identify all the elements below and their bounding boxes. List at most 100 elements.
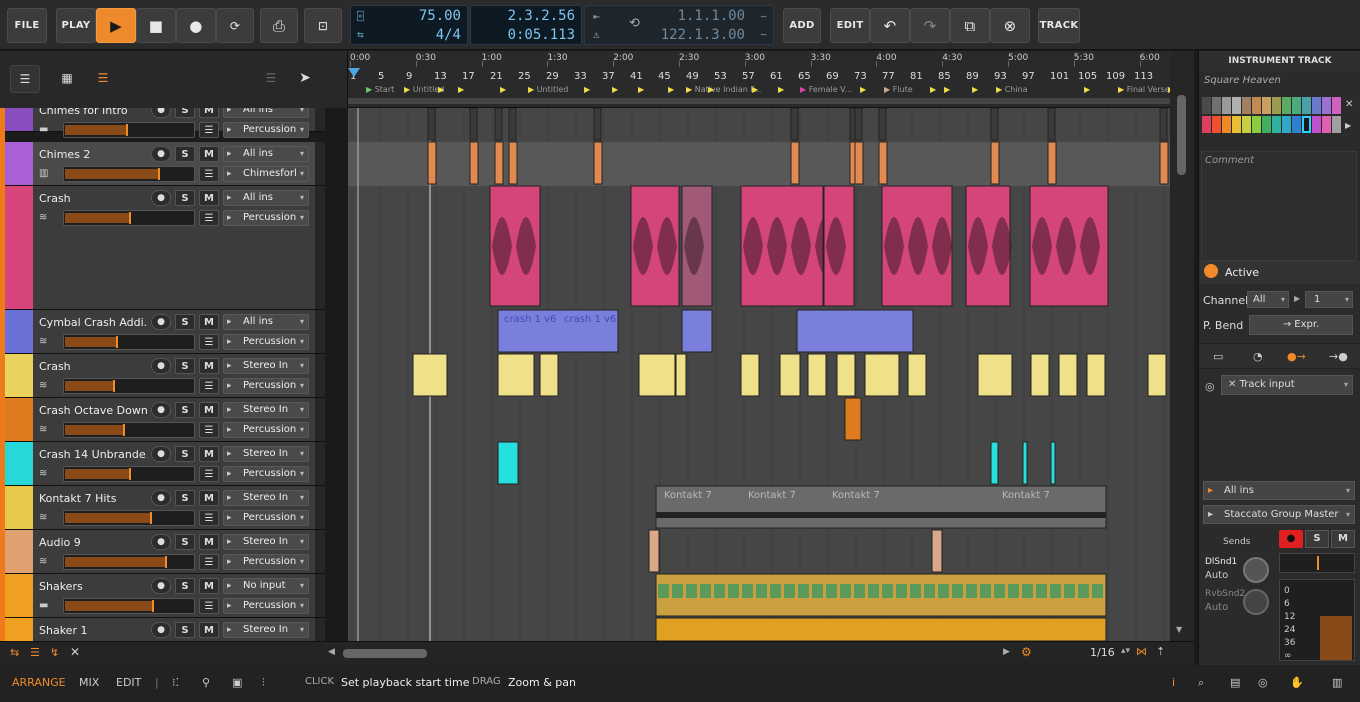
device-panel-icon[interactable]: ▣ bbox=[232, 676, 242, 689]
cue-marker-flag[interactable]: ▶ bbox=[972, 85, 978, 94]
cue-marker-flag[interactable]: ▶ bbox=[944, 85, 950, 94]
record-arm-toggle[interactable]: ● bbox=[151, 146, 171, 162]
color-swatch[interactable] bbox=[1282, 116, 1291, 133]
record-arm-toggle[interactable]: ● bbox=[151, 490, 171, 506]
volume-fader[interactable] bbox=[63, 422, 195, 438]
shaker-pattern[interactable] bbox=[1008, 584, 1019, 598]
tempo-value[interactable]: 75.00 bbox=[419, 8, 461, 24]
mute-button[interactable]: M bbox=[199, 534, 219, 550]
chimes2-clip[interactable] bbox=[593, 141, 603, 185]
pointer-tool-button[interactable]: ➤ bbox=[290, 65, 320, 93]
record-arm-toggle[interactable]: ● bbox=[151, 578, 171, 594]
chimes-intro-clip[interactable] bbox=[427, 108, 436, 141]
cue-marker-flag[interactable]: ▶ bbox=[778, 85, 784, 94]
chimes-intro-clip[interactable] bbox=[1159, 108, 1168, 141]
crash14-clip[interactable] bbox=[990, 441, 999, 485]
crash14-clip[interactable] bbox=[497, 441, 519, 485]
crash-yellow-clip[interactable] bbox=[836, 353, 856, 397]
crash-yellow-clip[interactable] bbox=[497, 353, 535, 397]
chimes-intro-clip[interactable] bbox=[469, 108, 478, 141]
track-menu-button[interactable]: TRACK bbox=[1038, 8, 1080, 43]
color-swatch[interactable] bbox=[1302, 116, 1311, 133]
cue-marker[interactable]: ▶ Flute bbox=[884, 85, 913, 94]
chimes-intro-clip[interactable] bbox=[508, 108, 517, 141]
comment-field[interactable]: Comment bbox=[1201, 151, 1357, 261]
track-header[interactable]: Chimes for Intro ● S M ▸ All ins ▾ ☰ ▸ Percussion… bbox=[5, 108, 325, 138]
track-menu-button[interactable]: ☰ bbox=[199, 598, 219, 614]
overdub-button[interactable]: ⎙ bbox=[260, 8, 298, 43]
input-select[interactable]: ▸ Stereo In ▾ bbox=[223, 534, 309, 550]
color-swatch[interactable] bbox=[1332, 116, 1341, 133]
track-header[interactable]: Cymbal Crash Addi... ● S M ▸ All ins ▾ ☰ ▸ Percus… bbox=[5, 310, 325, 354]
track-name[interactable]: Shaker 1 bbox=[39, 624, 147, 637]
shaker-pattern[interactable] bbox=[728, 584, 739, 598]
vertical-scrollbar[interactable]: ▼ bbox=[1170, 51, 1194, 641]
cue-marker-flag[interactable]: ▶ bbox=[860, 85, 866, 94]
solo-button[interactable]: S bbox=[175, 314, 195, 330]
solo-button[interactable]: S bbox=[175, 402, 195, 418]
input-select[interactable]: ▸ Stereo In ▾ bbox=[223, 358, 309, 374]
crash-yellow-clip[interactable] bbox=[779, 353, 801, 397]
activate-row[interactable]: Active bbox=[1199, 261, 1360, 284]
crash-yellow-clip[interactable] bbox=[807, 353, 827, 397]
output-select[interactable]: ▸ Percussion ▾ bbox=[223, 122, 309, 138]
edit-view-tab[interactable]: EDIT bbox=[116, 676, 141, 689]
stop-button[interactable]: ■ bbox=[136, 8, 176, 43]
record-arm-button[interactable]: ● bbox=[1279, 530, 1303, 548]
color-swatch[interactable] bbox=[1322, 116, 1331, 133]
volume-handle[interactable] bbox=[129, 468, 131, 480]
volume-fader[interactable] bbox=[63, 210, 195, 226]
output-select[interactable]: ▸ Percussion ▾ bbox=[223, 466, 309, 482]
delete-button[interactable]: ⊗ bbox=[990, 8, 1030, 43]
cue-marker-flag[interactable]: ▶ bbox=[1084, 85, 1090, 94]
note-fx-icon[interactable]: ⁝⁚ bbox=[172, 676, 179, 689]
cue-marker[interactable]: ▶ China bbox=[996, 85, 1028, 94]
cue-marker-flag[interactable]: ▶ bbox=[930, 85, 936, 94]
play-button[interactable]: ▶ bbox=[96, 8, 136, 43]
shaker-pattern[interactable] bbox=[952, 584, 963, 598]
cue-marker-flag[interactable]: ▶ bbox=[638, 85, 644, 94]
color-swatch[interactable] bbox=[1212, 97, 1221, 114]
arrange-view-tab[interactable]: ARRANGE bbox=[12, 676, 66, 689]
crash-yellow-clip[interactable] bbox=[1058, 353, 1078, 397]
color-swatch[interactable] bbox=[1222, 97, 1231, 114]
color-swatch[interactable] bbox=[1272, 97, 1281, 114]
color-swatch[interactable] bbox=[1272, 116, 1281, 133]
color-palette[interactable] bbox=[1202, 97, 1342, 137]
scroll-thumb[interactable] bbox=[1177, 95, 1186, 175]
input-select[interactable]: ▸ Stereo In ▾ bbox=[223, 622, 309, 638]
track-name[interactable]: Crash Octave Down bbox=[39, 404, 147, 417]
shaker-pattern[interactable] bbox=[868, 584, 879, 598]
shaker-pattern[interactable] bbox=[686, 584, 697, 598]
volume-handle[interactable] bbox=[157, 168, 160, 180]
loop-display[interactable]: ⇤ ⚠ ⟲ 1.1.1.00 122.1.3.00 ∼ ∼ bbox=[584, 5, 774, 45]
scroll-down-icon[interactable]: ▼ bbox=[1176, 625, 1182, 634]
shaker-pattern[interactable] bbox=[1022, 584, 1033, 598]
shaker-pattern[interactable] bbox=[924, 584, 935, 598]
grid-resolution[interactable]: 1/16 bbox=[1090, 646, 1115, 659]
cue-marker-flag[interactable]: ▶ bbox=[584, 85, 590, 94]
output-select[interactable]: ▸ Percussion ▾ bbox=[223, 598, 309, 614]
output-select[interactable]: ▸ Percussion ▾ bbox=[223, 422, 309, 438]
chimes2-clip[interactable] bbox=[878, 141, 888, 185]
crash-yellow-clip[interactable] bbox=[740, 353, 760, 397]
send1-knob[interactable] bbox=[1243, 557, 1269, 583]
audio9-clip[interactable] bbox=[931, 529, 943, 573]
track-header[interactable]: Crash Octave Down ● S M ▸ Stereo In ▾ ☰ ▸ Percuss… bbox=[5, 398, 325, 442]
file-menu-button[interactable]: FILE bbox=[7, 8, 47, 43]
crash-yellow-clip[interactable] bbox=[1086, 353, 1106, 397]
lane-view-button[interactable]: ☰ bbox=[88, 65, 118, 93]
volume-fader[interactable] bbox=[63, 122, 195, 138]
clear-color-icon[interactable]: ✕ bbox=[1345, 99, 1353, 110]
scroll-left-icon[interactable]: ◀ bbox=[328, 647, 335, 657]
headphones-icon[interactable]: ◎ bbox=[1258, 676, 1268, 689]
track-name[interactable]: Crash bbox=[39, 192, 147, 205]
record-arm-toggle[interactable]: ● bbox=[151, 108, 171, 118]
mute-button[interactable]: M bbox=[199, 146, 219, 162]
channel-number[interactable]: 1 ▾ bbox=[1305, 291, 1353, 308]
crash-yellow-clip[interactable] bbox=[864, 353, 900, 397]
shaker-pattern[interactable] bbox=[700, 584, 711, 598]
shaker-pattern[interactable] bbox=[840, 584, 851, 598]
cue-marker-flag[interactable]: ▶ bbox=[458, 85, 464, 94]
file-icon[interactable]: ▤ bbox=[1230, 676, 1240, 689]
